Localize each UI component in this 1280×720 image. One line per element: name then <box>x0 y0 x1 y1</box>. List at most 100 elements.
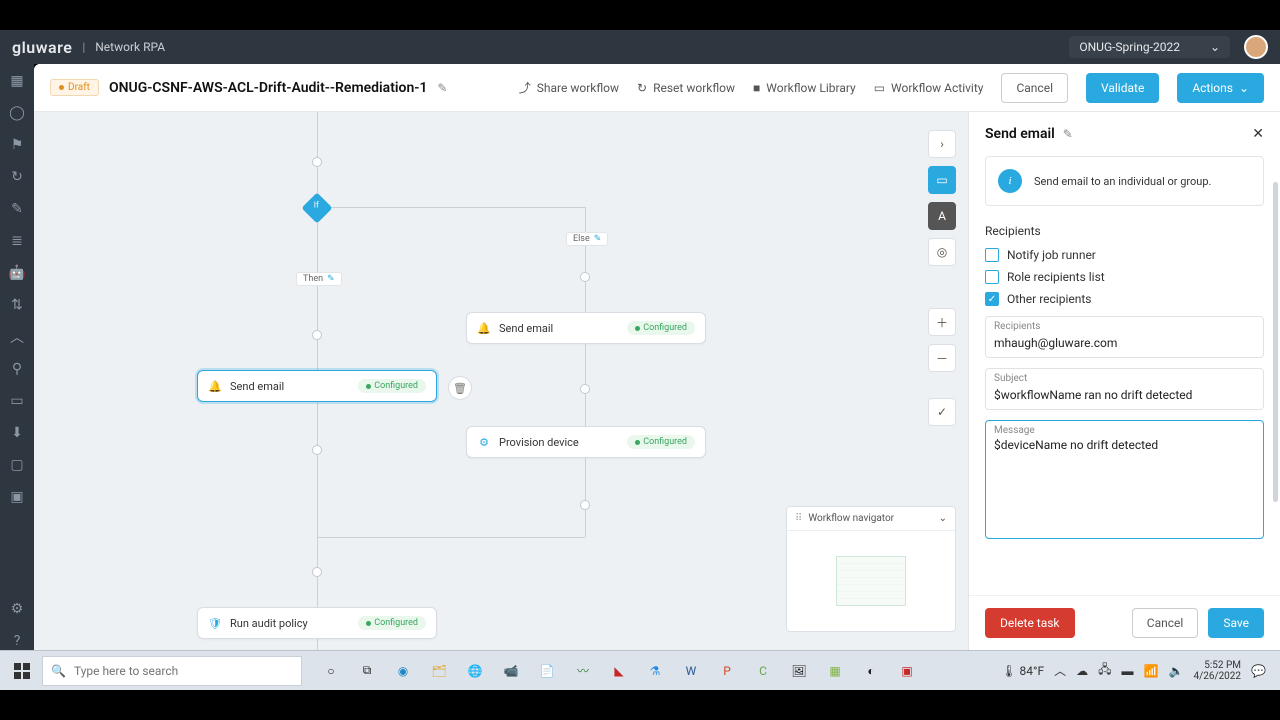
nav-globe-icon[interactable]: ◯ <box>8 104 26 122</box>
message-field[interactable]: Message <box>985 420 1264 539</box>
task-send-email-else[interactable]: 🔔 Send email Configured <box>466 312 706 344</box>
zoom-in-icon[interactable]: ＋ <box>928 308 956 336</box>
view-card-icon[interactable]: ▭ <box>928 166 956 194</box>
taskbar-explorer-icon[interactable]: 🗂 <box>422 656 456 686</box>
flow-node[interactable] <box>580 272 590 282</box>
nav-download-icon[interactable]: ⬇ <box>8 424 26 442</box>
taskbar-clock[interactable]: 5:52 PM 4/26/2022 <box>1193 660 1241 682</box>
nav-sync-icon[interactable]: ↻ <box>8 168 26 186</box>
task-label: Provision device <box>499 436 579 449</box>
flow-node[interactable] <box>312 567 322 577</box>
taskbar-app-icon[interactable]: ◐ <box>854 656 888 686</box>
recipients-input[interactable] <box>994 334 1255 350</box>
branch-then-label[interactable]: Then✎ <box>296 272 342 286</box>
tray-chevron-icon[interactable]: ︿ <box>1054 662 1066 679</box>
taskbar-weather[interactable]: 🌡 84°F <box>1001 664 1044 678</box>
nav-stack-icon[interactable]: ≣ <box>8 232 26 250</box>
tray-onedrive-icon[interactable]: ☁ <box>1076 664 1088 678</box>
workflow-title: ONUG-CSNF-AWS-ACL-Drift-Audit--Remediati… <box>109 80 427 96</box>
taskbar-taskview-icon[interactable]: ⧉ <box>350 656 384 686</box>
taskbar-powerpoint-icon[interactable]: P <box>710 656 744 686</box>
task-send-email-then[interactable]: 🔔 Send email Configured <box>197 370 437 402</box>
workflow-navigator[interactable]: ⠿ Workflow navigator ⌄ <box>786 506 956 632</box>
nav-pencil-icon[interactable]: ✎ <box>8 200 26 218</box>
checkbox-role-recipients[interactable]: Role recipients list <box>985 270 1264 284</box>
reset-workflow-link[interactable]: ↻Reset workflow <box>637 81 735 95</box>
user-avatar[interactable] <box>1244 35 1268 59</box>
taskbar-app-icon[interactable]: 〰 <box>566 656 600 686</box>
flow-node[interactable] <box>580 500 590 510</box>
message-textarea[interactable] <box>994 436 1255 528</box>
nav-flag-icon[interactable]: ⚑ <box>8 136 26 154</box>
center-icon[interactable]: ◎ <box>928 238 956 266</box>
validate-button[interactable]: Validate <box>1086 73 1159 103</box>
delete-task-icon[interactable]: 🗑 <box>448 376 472 400</box>
flow-node[interactable] <box>312 330 322 340</box>
taskbar-word-icon[interactable]: W <box>674 656 708 686</box>
panel-save-button[interactable]: Save <box>1208 608 1264 638</box>
chevron-down-icon: ⌄ <box>1239 81 1249 95</box>
tray-network-icon[interactable]: 🖧 <box>1098 660 1111 681</box>
branch-else-label[interactable]: Else✎ <box>566 232 608 246</box>
checkbox-other-recipients[interactable]: ✓ Other recipients <box>985 292 1264 306</box>
taskbar-app-icon[interactable]: 🖼 <box>782 656 816 686</box>
edit-title-icon[interactable]: ✎ <box>437 81 447 95</box>
environment-select[interactable]: ONUG-Spring-2022 ⌄ <box>1069 36 1230 58</box>
workflow-canvas[interactable]: If Then✎ Else✎ 🔔 Send email Configured <box>34 112 968 650</box>
actions-button[interactable]: Actions⌄ <box>1177 73 1264 103</box>
nav-calendar-icon[interactable]: ▢ <box>8 456 26 474</box>
flow-node[interactable] <box>580 384 590 394</box>
panel-cancel-button[interactable]: Cancel <box>1132 608 1199 638</box>
taskbar-chrome-icon[interactable]: 🌐 <box>458 656 492 686</box>
checkbox-notify-runner[interactable]: Notify job runner <box>985 248 1264 262</box>
taskbar-notepad-icon[interactable]: 📄 <box>530 656 564 686</box>
workflow-library-link[interactable]: ■Workflow Library <box>753 81 856 95</box>
panel-scrollbar[interactable] <box>1273 182 1278 502</box>
flow-node[interactable] <box>312 157 322 167</box>
drag-handle-icon[interactable]: ⠿ <box>795 513 802 524</box>
edit-icon[interactable]: ✎ <box>1063 127 1073 141</box>
tray-notifications-icon[interactable]: 💬 <box>1251 664 1266 678</box>
nav-help-icon[interactable]: ? <box>8 632 26 650</box>
nav-folder-icon[interactable]: ▣ <box>8 488 26 506</box>
zoom-out-icon[interactable]: － <box>928 344 956 372</box>
subject-input[interactable] <box>994 386 1255 402</box>
nav-monitor-icon[interactable]: ▭ <box>8 392 26 410</box>
taskbar-edge-icon[interactable]: ◉ <box>386 656 420 686</box>
view-text-icon[interactable]: A <box>928 202 956 230</box>
close-panel-icon[interactable]: ✕ <box>1252 126 1264 142</box>
fit-icon[interactable]: ✓ <box>928 398 956 426</box>
task-run-audit-policy[interactable]: 🛡 Run audit policy Configured <box>197 607 437 639</box>
share-workflow-link[interactable]: ⤴Share workflow <box>519 79 619 96</box>
nav-branch-icon[interactable]: ⇅ <box>8 296 26 314</box>
workflow-activity-link[interactable]: ▭Workflow Activity <box>874 81 984 95</box>
tray-volume-icon[interactable]: 🔈 <box>1169 664 1184 678</box>
nav-tool-icon[interactable]: ⚲ <box>8 360 26 378</box>
taskbar-cortana-icon[interactable]: ○ <box>314 656 348 686</box>
nav-settings-icon[interactable]: ⚙ <box>8 600 26 618</box>
nav-robot-icon[interactable]: 🤖 <box>8 264 26 282</box>
delete-task-button[interactable]: Delete task <box>985 608 1075 638</box>
taskbar-search[interactable]: 🔍 <box>42 656 302 686</box>
decision-node[interactable]: If <box>301 192 332 223</box>
nav-collapse-icon[interactable]: ︿ <box>8 328 26 346</box>
taskbar-app-icon[interactable]: ▦ <box>818 656 852 686</box>
taskbar-camtasia-icon[interactable]: C <box>746 656 780 686</box>
taskbar-app-icon[interactable]: ▣ <box>890 656 924 686</box>
start-button[interactable] <box>6 655 38 687</box>
nav-dashboard-icon[interactable]: ▦ <box>8 72 26 90</box>
cancel-button[interactable]: Cancel <box>1001 73 1068 103</box>
task-provision-device[interactable]: ⚙ Provision device Configured <box>466 426 706 458</box>
tray-battery-icon[interactable]: ▬ <box>1122 664 1134 678</box>
field-label: Message <box>994 425 1255 436</box>
taskbar-search-input[interactable] <box>74 664 293 678</box>
subject-field[interactable]: Subject <box>985 368 1264 410</box>
taskbar-app-icon[interactable]: ⚗ <box>638 656 672 686</box>
taskbar-zoom-icon[interactable]: 📹 <box>494 656 528 686</box>
taskbar-app-icon[interactable]: ◣ <box>602 656 636 686</box>
tray-wifi-icon[interactable]: 📶 <box>1144 664 1159 678</box>
flow-node[interactable] <box>312 445 322 455</box>
chevron-down-icon[interactable]: ⌄ <box>939 513 947 524</box>
panel-collapse-icon[interactable]: › <box>928 130 956 158</box>
recipients-field[interactable]: Recipients <box>985 316 1264 358</box>
